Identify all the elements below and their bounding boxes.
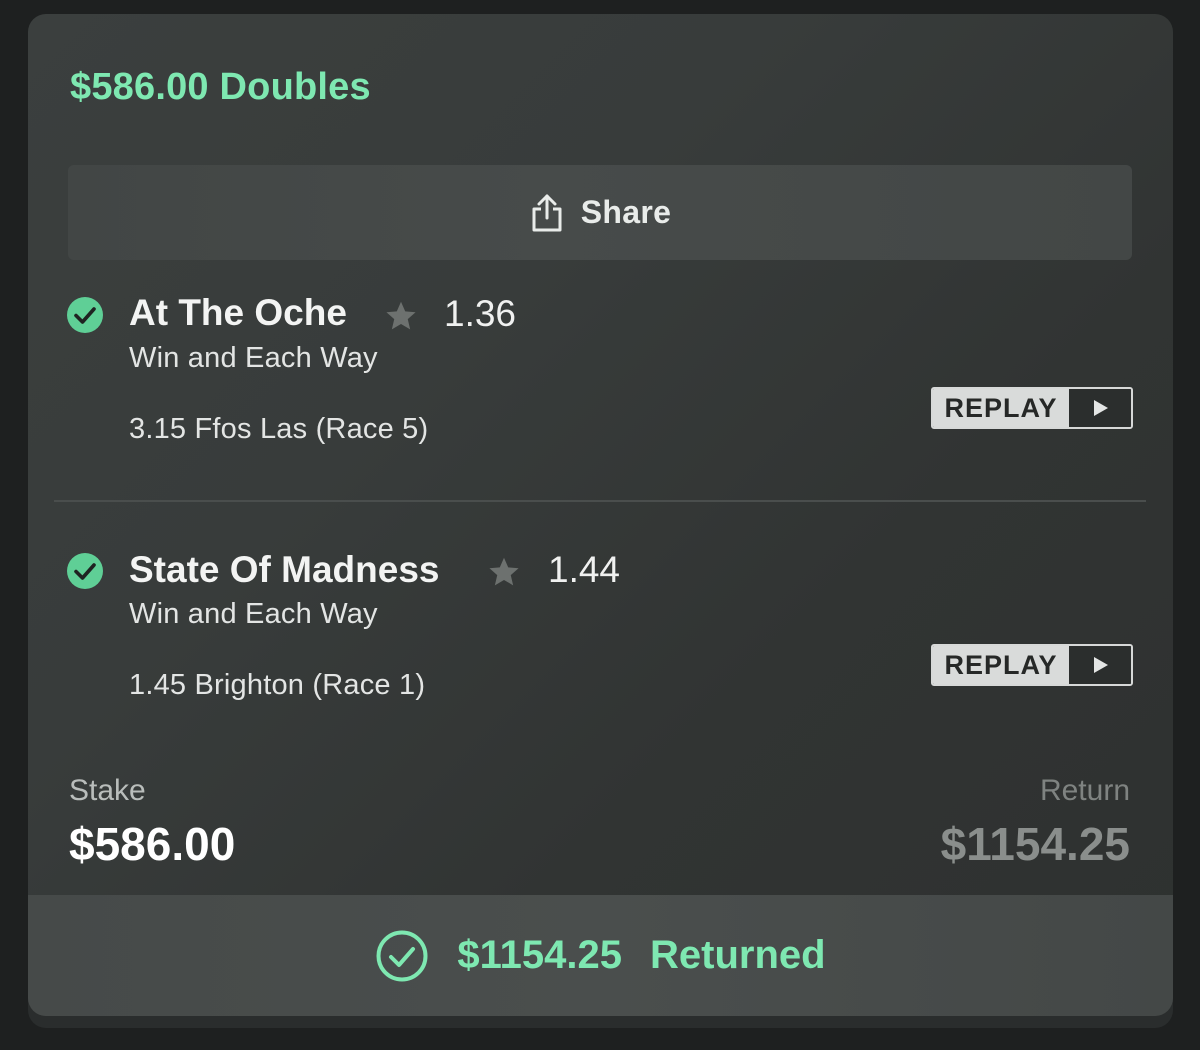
play-icon bbox=[1069, 646, 1131, 684]
replay-button[interactable]: REPLAY bbox=[931, 387, 1133, 429]
returned-label: Returned bbox=[650, 933, 826, 977]
page: $586.00 Doubles Share At The Oche 1.36 W… bbox=[0, 0, 1200, 1050]
returned-amount: $1154.25 bbox=[457, 933, 623, 977]
market-name: Win and Each Way bbox=[129, 598, 378, 630]
return-value: $1154.25 bbox=[940, 818, 1130, 870]
bet-card: $586.00 Doubles Share At The Oche 1.36 W… bbox=[28, 14, 1173, 1016]
replay-label: REPLAY bbox=[933, 646, 1069, 684]
selection-name: At The Oche bbox=[129, 292, 347, 333]
star-icon[interactable] bbox=[383, 298, 419, 334]
check-circle-icon bbox=[67, 553, 103, 589]
share-icon bbox=[532, 194, 562, 231]
selection-odds: 1.36 bbox=[444, 293, 517, 334]
bet-title: $586.00 Doubles bbox=[70, 66, 371, 108]
selection-name: State Of Madness bbox=[129, 549, 440, 590]
race-info: 1.45 Brighton (Race 1) bbox=[129, 669, 426, 701]
race-info: 3.15 Ffos Las (Race 5) bbox=[129, 413, 429, 445]
stake-label: Stake bbox=[69, 774, 146, 807]
stake-value: $586.00 bbox=[69, 818, 236, 870]
selection-odds: 1.44 bbox=[548, 549, 621, 590]
star-icon[interactable] bbox=[486, 554, 522, 590]
return-label: Return bbox=[1039, 774, 1130, 807]
check-circle-icon bbox=[67, 297, 103, 333]
leg-divider bbox=[54, 500, 1146, 502]
share-button[interactable]: Share bbox=[68, 165, 1132, 260]
play-icon bbox=[1069, 389, 1131, 427]
check-circle-outline-icon bbox=[376, 930, 428, 981]
replay-button[interactable]: REPLAY bbox=[931, 644, 1133, 686]
returned-banner: $1154.25 Returned bbox=[28, 895, 1173, 1016]
market-name: Win and Each Way bbox=[129, 342, 378, 374]
share-label: Share bbox=[580, 194, 672, 230]
replay-label: REPLAY bbox=[933, 389, 1069, 427]
